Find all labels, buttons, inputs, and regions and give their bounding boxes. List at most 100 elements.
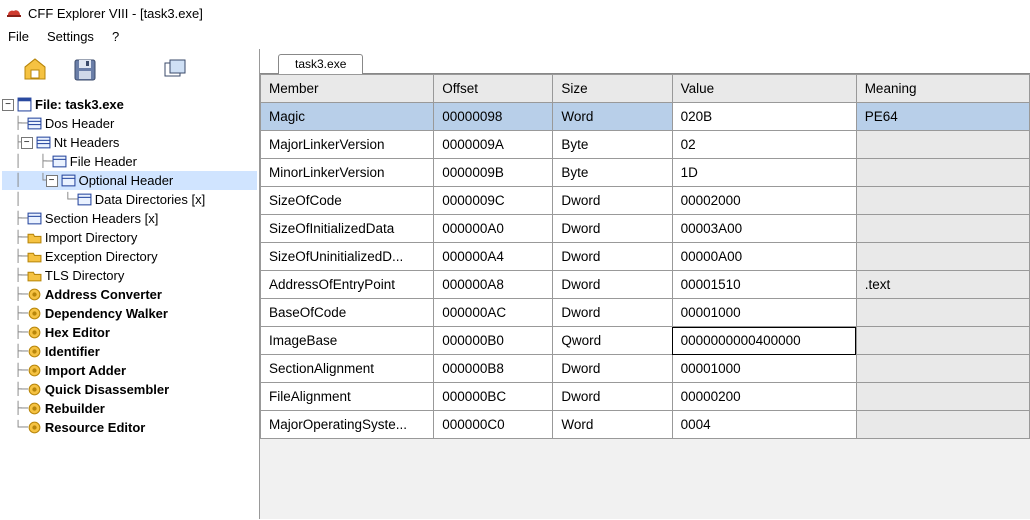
table-row[interactable]: SizeOfUninitializedD...000000A4Dword0000…: [261, 243, 1030, 271]
tool-icon: [27, 363, 42, 378]
col-size[interactable]: Size: [553, 75, 672, 103]
tree-item-quick-disassembler[interactable]: ├─ Quick Disassembler: [2, 380, 257, 399]
cell-offset: 0000009B: [434, 159, 553, 187]
tree-item-identifier[interactable]: ├─ Identifier: [2, 342, 257, 361]
save-icon[interactable]: [72, 57, 98, 83]
tree-label: Exception Directory: [45, 247, 158, 266]
tree-label: TLS Directory: [45, 266, 124, 285]
expander-icon[interactable]: −: [46, 175, 58, 187]
tool-icon: [27, 306, 42, 321]
cell-size: Word: [553, 411, 672, 439]
table-row[interactable]: Magic00000098Word020BPE64: [261, 103, 1030, 131]
tool-icon: [27, 325, 42, 340]
cell-meaning: [856, 411, 1029, 439]
tree-item-data-directories[interactable]: │ └─ Data Directories [x]: [2, 190, 257, 209]
table-row[interactable]: SizeOfInitializedData000000A0Dword00003A…: [261, 215, 1030, 243]
table-row[interactable]: BaseOfCode000000ACDword00001000: [261, 299, 1030, 327]
cell-value[interactable]: 00003A00: [672, 215, 856, 243]
tree-label: Identifier: [45, 342, 100, 361]
cell-value[interactable]: 00001000: [672, 355, 856, 383]
table-row[interactable]: MinorLinkerVersion0000009BByte1D: [261, 159, 1030, 187]
app-icon: [6, 5, 22, 21]
cell-member: BaseOfCode: [261, 299, 434, 327]
folder-icon: [27, 268, 42, 283]
tree-item-tls-directory[interactable]: ├─ TLS Directory: [2, 266, 257, 285]
cell-meaning: [856, 131, 1029, 159]
cell-value[interactable]: 1D: [672, 159, 856, 187]
open-icon[interactable]: [22, 57, 48, 83]
tree-label: File Header: [70, 152, 137, 171]
tree-item-nt-headers[interactable]: ├ − Nt Headers: [2, 133, 257, 152]
cell-member: Magic: [261, 103, 434, 131]
cell-offset: 000000A8: [434, 271, 553, 299]
cell-meaning: [856, 187, 1029, 215]
cell-value[interactable]: 00000A00: [672, 243, 856, 271]
tree-item-address-converter[interactable]: ├─ Address Converter: [2, 285, 257, 304]
cell-member: AddressOfEntryPoint: [261, 271, 434, 299]
tree-item-hex-editor[interactable]: ├─ Hex Editor: [2, 323, 257, 342]
data-grid[interactable]: Member Offset Size Value Meaning Magic00…: [260, 73, 1030, 519]
cell-size: Dword: [553, 355, 672, 383]
tree-root[interactable]: − File: task3.exe: [2, 95, 257, 114]
cell-member: MinorLinkerVersion: [261, 159, 434, 187]
header-icon: [77, 192, 92, 207]
title-bar: CFF Explorer VIII - [task3.exe]: [0, 0, 1030, 26]
cell-value[interactable]: 00001000: [672, 299, 856, 327]
table-row[interactable]: ImageBase000000B0Qword0000000000400000: [261, 327, 1030, 355]
tree-item-dos-header[interactable]: ├─ Dos Header: [2, 114, 257, 133]
cell-size: Dword: [553, 299, 672, 327]
cell-offset: 000000AC: [434, 299, 553, 327]
tool-icon: [27, 420, 42, 435]
tree-label: Resource Editor: [45, 418, 145, 437]
table-row[interactable]: SizeOfCode0000009CDword00002000: [261, 187, 1030, 215]
grid-header-row[interactable]: Member Offset Size Value Meaning: [261, 75, 1030, 103]
cell-offset: 0000009A: [434, 131, 553, 159]
windows-icon[interactable]: [162, 57, 188, 83]
menu-settings[interactable]: Settings: [47, 29, 94, 44]
cell-meaning: [856, 215, 1029, 243]
header-icon: [52, 154, 67, 169]
cell-value[interactable]: 020B: [672, 103, 856, 131]
tree-label: Quick Disassembler: [45, 380, 169, 399]
tree-item-resource-editor[interactable]: └─ Resource Editor: [2, 418, 257, 437]
tree-item-import-directory[interactable]: ├─ Import Directory: [2, 228, 257, 247]
cell-value[interactable]: 00000200: [672, 383, 856, 411]
table-row[interactable]: FileAlignment000000BCDword00000200: [261, 383, 1030, 411]
tree-item-optional-header[interactable]: │ └ − Optional Header: [2, 171, 257, 190]
cell-size: Dword: [553, 187, 672, 215]
tool-icon: [27, 401, 42, 416]
col-value[interactable]: Value: [672, 75, 856, 103]
cell-member: SizeOfCode: [261, 187, 434, 215]
tree-item-import-adder[interactable]: ├─ Import Adder: [2, 361, 257, 380]
col-offset[interactable]: Offset: [434, 75, 553, 103]
table-row[interactable]: AddressOfEntryPoint000000A8Dword00001510…: [261, 271, 1030, 299]
header-icon: [61, 173, 76, 188]
tree-item-dependency-walker[interactable]: ├─ Dependency Walker: [2, 304, 257, 323]
cell-value[interactable]: 02: [672, 131, 856, 159]
cell-value[interactable]: 00001510: [672, 271, 856, 299]
expander-icon[interactable]: −: [2, 99, 14, 111]
cell-offset: 00000098: [434, 103, 553, 131]
cell-meaning: .text: [856, 271, 1029, 299]
table-row[interactable]: MajorLinkerVersion0000009AByte02: [261, 131, 1030, 159]
menu-help[interactable]: ?: [112, 29, 119, 44]
cell-value[interactable]: 0004: [672, 411, 856, 439]
cell-value[interactable]: 0000000000400000: [672, 327, 856, 355]
table-row[interactable]: MajorOperatingSyste...000000C0Word0004: [261, 411, 1030, 439]
table-row[interactable]: SectionAlignment000000B8Dword00001000: [261, 355, 1030, 383]
cell-value[interactable]: 00002000: [672, 187, 856, 215]
cell-size: Byte: [553, 159, 672, 187]
tab-file[interactable]: task3.exe: [278, 54, 363, 74]
cell-meaning: PE64: [856, 103, 1029, 131]
tree-item-exception-directory[interactable]: ├─ Exception Directory: [2, 247, 257, 266]
tree-item-section-headers[interactable]: ├─ Section Headers [x]: [2, 209, 257, 228]
expander-icon[interactable]: −: [21, 137, 33, 149]
menu-file[interactable]: File: [8, 29, 29, 44]
tree-item-rebuilder[interactable]: ├─ Rebuilder: [2, 399, 257, 418]
tree-item-file-header[interactable]: │ ├─ File Header: [2, 152, 257, 171]
col-meaning[interactable]: Meaning: [856, 75, 1029, 103]
tree-label: Import Adder: [45, 361, 126, 380]
nav-tree[interactable]: − File: task3.exe ├─ Dos Header ├ − Nt H…: [0, 91, 259, 519]
menu-bar: File Settings ?: [0, 26, 1030, 49]
col-member[interactable]: Member: [261, 75, 434, 103]
